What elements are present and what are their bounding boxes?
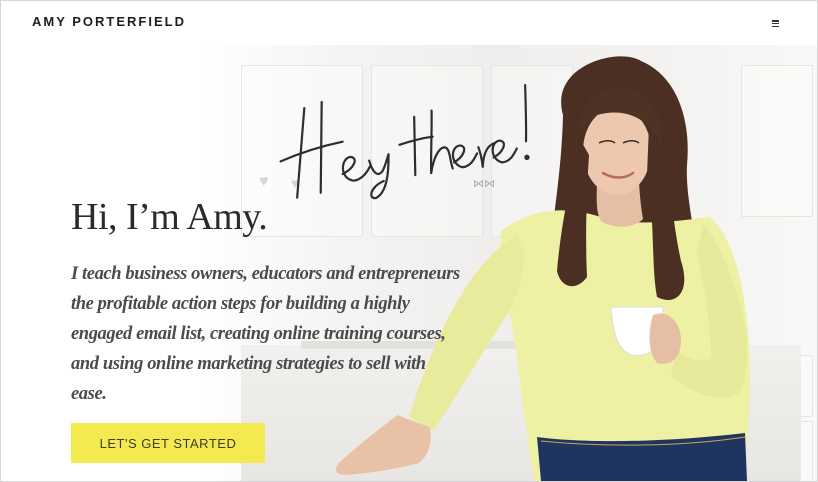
top-navigation: AMY PORTERFIELD	[1, 1, 817, 45]
hero-section: ♥ ♥ ⋈⋈ Hi, I’m Amy. I teach business own…	[1, 45, 817, 481]
browser-frame: AMY PORTERFIELD ♥ ♥ ⋈⋈ Hi, I’m Amy. I te…	[0, 0, 818, 482]
site-logo[interactable]: AMY PORTERFIELD	[32, 14, 186, 29]
hamburger-menu-icon[interactable]	[772, 20, 779, 27]
hero-intro-text: I teach business owners, educators and e…	[71, 264, 460, 404]
get-started-button[interactable]: LET'S GET STARTED	[71, 423, 265, 463]
heart-decoration-icon: ♥	[259, 173, 269, 190]
hero-headline: Hi, I’m Amy.	[71, 196, 268, 238]
